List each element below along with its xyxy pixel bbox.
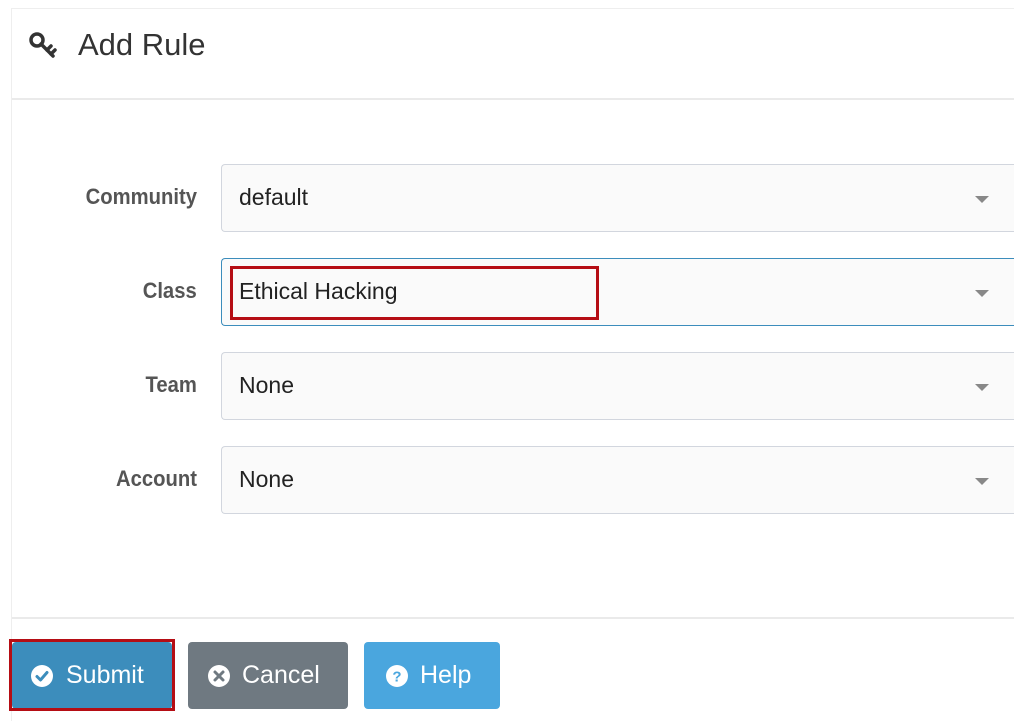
cancel-button[interactable]: Cancel	[188, 642, 348, 709]
team-label: Team	[145, 372, 197, 397]
svg-text:?: ?	[392, 669, 401, 686]
page-title: Add Rule	[78, 27, 206, 62]
question-circle-icon: ?	[386, 665, 408, 687]
class-value-highlight	[230, 266, 599, 320]
cancel-label: Cancel	[242, 661, 320, 689]
account-select[interactable]: None	[221, 446, 1014, 514]
community-label: Community	[85, 184, 197, 209]
panel-header: Add Rule	[12, 9, 1014, 100]
chevron-down-icon	[975, 196, 989, 203]
chevron-down-icon	[975, 290, 989, 297]
community-row: Community default	[12, 164, 1014, 232]
help-label: Help	[420, 661, 472, 689]
team-row: Team None	[12, 352, 1014, 420]
account-row: Account None	[12, 446, 1014, 514]
chevron-down-icon	[975, 478, 989, 485]
account-value: None	[239, 466, 294, 492]
community-value: default	[239, 184, 309, 210]
add-rule-panel: Add Rule Community default Class Ethical…	[11, 8, 1014, 721]
page: Add Rule Community default Class Ethical…	[0, 0, 1014, 721]
account-label: Account	[116, 466, 197, 491]
chevron-down-icon	[975, 384, 989, 391]
times-circle-icon	[208, 665, 230, 687]
help-button[interactable]: ? Help	[364, 642, 500, 709]
footer-divider	[12, 617, 1014, 619]
key-icon	[29, 32, 57, 58]
class-label: Class	[142, 278, 197, 303]
team-value: None	[239, 372, 294, 398]
class-row: Class Ethical Hacking	[12, 258, 1014, 326]
submit-highlight	[9, 639, 175, 711]
community-select[interactable]: default	[221, 164, 1014, 232]
team-select[interactable]: None	[221, 352, 1014, 420]
class-select[interactable]: Ethical Hacking	[221, 258, 1014, 326]
